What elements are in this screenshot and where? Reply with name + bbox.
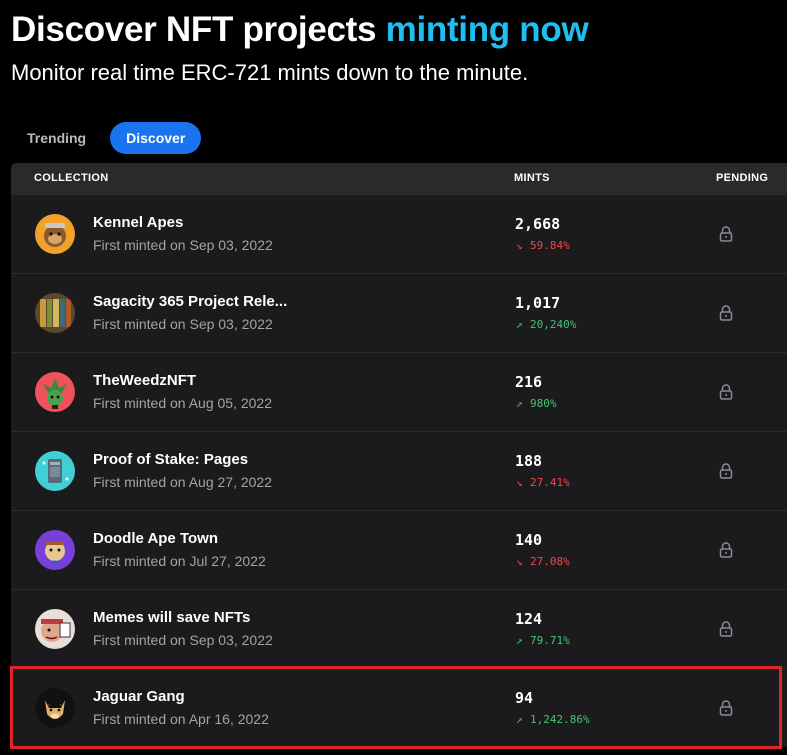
page-title: Discover NFT projects minting now — [11, 8, 589, 52]
mint-change-value: 980% — [530, 397, 557, 410]
mint-change: ↗ 980% — [516, 397, 557, 410]
lock-icon — [719, 384, 733, 400]
table-row[interactable]: Memes will save NFTs First minted on Sep… — [11, 589, 787, 668]
collection-name: Sagacity 365 Project Rele... — [93, 293, 288, 310]
mint-change: ↘ 27.41% — [516, 476, 570, 489]
tab-bar: Trending Discover — [11, 122, 202, 154]
mint-change-value: 1,242.86% — [530, 713, 590, 726]
mint-change-value: 59.84% — [530, 239, 570, 252]
first-minted-date: First minted on Sep 03, 2022 — [93, 316, 273, 332]
collection-name: Jaguar Gang — [93, 688, 185, 705]
arrow-down-icon: ↘ — [516, 476, 523, 489]
lock-icon — [719, 700, 733, 716]
mint-change-value: 27.08% — [530, 555, 570, 568]
mint-count: 1,017 — [515, 294, 561, 312]
mint-count: 216 — [515, 373, 543, 391]
weed-character-avatar-icon — [35, 372, 75, 412]
mint-count: 94 — [515, 689, 534, 707]
first-minted-date: First minted on Jul 27, 2022 — [93, 553, 266, 569]
collection-name: Doodle Ape Town — [93, 530, 218, 547]
arrow-down-icon: ↘ — [516, 555, 523, 568]
mint-change-value: 20,240% — [530, 318, 577, 331]
bookshelf-avatar-icon — [35, 293, 75, 333]
tab-discover[interactable]: Discover — [110, 122, 202, 154]
lock-icon — [719, 305, 733, 321]
lock-icon — [719, 463, 733, 479]
page-title-accent: minting now — [385, 10, 589, 49]
table-row[interactable]: Sagacity 365 Project Rele... First minte… — [11, 273, 787, 352]
doodle-ape-avatar-icon — [35, 530, 75, 570]
arrow-up-icon: ↗ — [516, 318, 523, 331]
lock-icon — [719, 621, 733, 637]
mint-change: ↘ 59.84% — [516, 239, 570, 252]
first-minted-date: First minted on Aug 05, 2022 — [93, 395, 272, 411]
lock-icon — [719, 226, 733, 242]
table-row[interactable]: Proof of Stake: Pages First minted on Au… — [11, 431, 787, 510]
page-title-main: Discover NFT projects — [11, 10, 386, 49]
first-minted-date: First minted on Sep 03, 2022 — [93, 237, 273, 253]
first-minted-date: First minted on Apr 16, 2022 — [93, 711, 269, 727]
collection-name: TheWeedzNFT — [93, 372, 197, 389]
collection-name: Proof of Stake: Pages — [93, 451, 249, 468]
arrow-up-icon: ↗ — [516, 713, 523, 726]
arrow-up-icon: ↗ — [516, 634, 523, 647]
column-header-mints: MINTS — [514, 172, 550, 184]
tab-trending[interactable]: Trending — [11, 122, 102, 154]
collections-table: COLLECTION MINTS PENDING Kennel Apes Fir… — [11, 163, 787, 747]
mint-change: ↗ 1,242.86% — [516, 713, 590, 726]
mint-change-value: 79.71% — [530, 634, 570, 647]
table-header: COLLECTION MINTS PENDING — [11, 163, 787, 194]
arrow-up-icon: ↗ — [516, 397, 523, 410]
mint-change: ↗ 79.71% — [516, 634, 570, 647]
collection-name: Kennel Apes — [93, 214, 184, 231]
lock-icon — [719, 542, 733, 558]
mint-count: 140 — [515, 531, 543, 549]
page-card-avatar-icon — [35, 451, 75, 491]
mint-change-value: 27.41% — [530, 476, 570, 489]
jaguar-avatar-icon — [35, 688, 75, 728]
page: Discover NFT projects minting now Monito… — [0, 0, 787, 755]
ape-avatar-icon — [35, 214, 75, 254]
table-row[interactable]: TheWeedzNFT First minted on Aug 05, 2022… — [11, 352, 787, 431]
first-minted-date: First minted on Aug 27, 2022 — [93, 474, 272, 490]
table-row[interactable]: Jaguar Gang First minted on Apr 16, 2022… — [11, 668, 787, 747]
column-header-collection: COLLECTION — [34, 172, 109, 184]
mint-count: 124 — [515, 610, 543, 628]
page-subtitle: Monitor real time ERC-721 mints down to … — [11, 60, 529, 85]
table-row[interactable]: Doodle Ape Town First minted on Jul 27, … — [11, 510, 787, 589]
mint-count: 2,668 — [515, 215, 561, 233]
table-row[interactable]: Kennel Apes First minted on Sep 03, 2022… — [11, 194, 787, 273]
mint-change: ↗ 20,240% — [516, 318, 576, 331]
mint-count: 188 — [515, 452, 543, 470]
first-minted-date: First minted on Sep 03, 2022 — [93, 632, 273, 648]
collection-name: Memes will save NFTs — [93, 609, 251, 626]
mint-change: ↘ 27.08% — [516, 555, 570, 568]
arrow-down-icon: ↘ — [516, 239, 523, 252]
column-header-pending: PENDING — [716, 172, 769, 184]
meme-face-avatar-icon — [35, 609, 75, 649]
